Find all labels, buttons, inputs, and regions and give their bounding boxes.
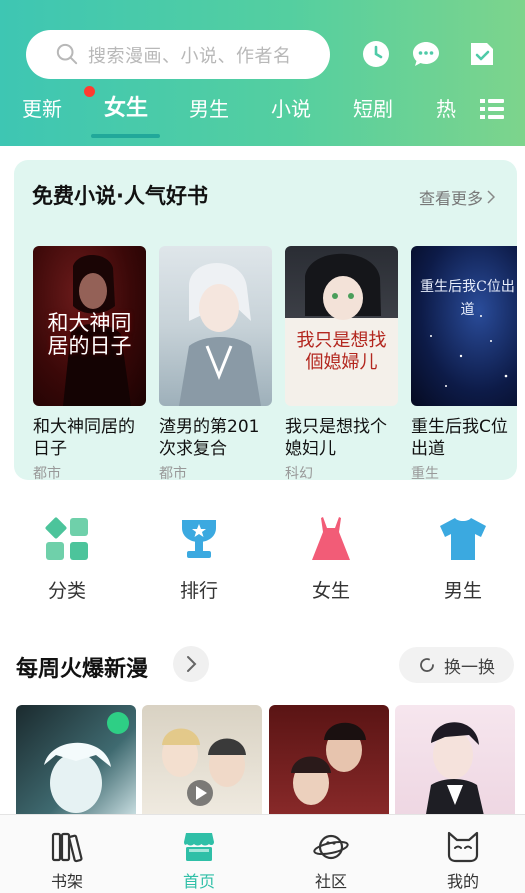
tab-menu-icon[interactable] (480, 98, 504, 120)
shortcut-label: 排行 (179, 580, 218, 602)
book-item[interactable]: 和大神同居的日子 和大神同居的日子 都市 (33, 246, 146, 480)
cat-face-icon (447, 831, 479, 863)
chevron-right-icon (487, 190, 495, 204)
category-tabs: 更新 女生 男生 小说 短剧 热 (0, 86, 525, 142)
planet-icon (313, 834, 349, 860)
home-store-icon (184, 833, 214, 861)
history-clock-icon[interactable] (362, 40, 390, 68)
book-genre: 科幻 (285, 466, 313, 480)
refresh-icon (420, 658, 434, 672)
nav-label: 我的 (446, 872, 479, 891)
bookshelf-icon (51, 832, 83, 863)
book-title: 我只是想找个媳妇儿 (285, 417, 387, 459)
home-content: 免费小说·人气好书 查看更多 和大神同居的日子 和大神同居的日子 都市 渣男的第… (0, 146, 525, 814)
shortcut-male[interactable]: 男生 (413, 514, 513, 603)
notification-dot (84, 86, 95, 97)
search-bar[interactable]: 搜索漫画、小说、作者名 (26, 30, 330, 79)
book-cover: 和大神同居的日子 (33, 246, 146, 406)
shortcut-label: 男生 (443, 580, 482, 602)
book-cover (159, 246, 272, 406)
manga-thumbnail[interactable] (269, 705, 389, 814)
tshirt-icon (440, 518, 486, 560)
nav-label: 书架 (50, 872, 83, 891)
message-icon[interactable] (412, 40, 440, 68)
nav-community[interactable]: 社区 (281, 829, 381, 892)
tab-short-drama[interactable]: 短剧 (353, 92, 393, 126)
shortcut-label: 分类 (47, 580, 86, 602)
dress-icon (312, 517, 350, 560)
category-grid-icon (45, 517, 88, 560)
category-shortcuts: 分类 排行 女生 男生 (0, 514, 525, 614)
book-genre: 重生 (411, 466, 439, 480)
checkin-icon[interactable] (468, 40, 496, 68)
tab-female[interactable]: 女生 (104, 92, 148, 126)
see-more-link[interactable]: 查看更多 (419, 185, 495, 209)
tab-update[interactable]: 更新 (22, 86, 95, 126)
nav-label: 首页 (182, 872, 215, 891)
manga-thumbnail[interactable] (16, 705, 136, 814)
book-cover: 我只是想找個媳婦儿 (285, 246, 398, 406)
shortcut-female[interactable]: 女生 (281, 514, 381, 603)
nav-profile[interactable]: 我的 (413, 829, 513, 892)
search-icon (56, 43, 78, 65)
free-novels-card: 免费小说·人气好书 查看更多 和大神同居的日子 和大神同居的日子 都市 渣男的第… (14, 160, 517, 480)
active-tab-indicator (91, 134, 160, 138)
shortcut-category[interactable]: 分类 (17, 514, 117, 603)
shortcut-label: 女生 (311, 580, 350, 602)
cover-title: 和大神同居的日子 (47, 311, 132, 358)
shortcut-ranking[interactable]: 排行 (149, 514, 249, 603)
book-item[interactable]: 重生后我C位出道 重生后我C位出道 重生 (411, 246, 517, 480)
refresh-button[interactable]: 换一换 (399, 647, 514, 683)
book-item[interactable]: 渣男的第201次求复合 都市 (159, 246, 272, 480)
book-genre: 都市 (33, 466, 61, 480)
tab-novel[interactable]: 小说 (271, 92, 311, 126)
cover-title: 我只是想找個媳婦儿 (296, 330, 387, 373)
book-title: 渣男的第201次求复合 (159, 417, 260, 459)
chevron-right-icon (187, 656, 197, 672)
bottom-navigation: 书架 首页 社区 我的 (0, 814, 525, 893)
top-header: 搜索漫画、小说、作者名 更新 女生 男生 小说 短剧 热 (0, 0, 525, 146)
book-cover: 重生后我C位出道 (411, 246, 517, 406)
book-title: 重生后我C位出道 (411, 417, 508, 459)
tab-hot[interactable]: 热 (436, 92, 456, 126)
free-section-title: 免费小说·人气好书 (32, 184, 208, 208)
nav-bookshelf[interactable]: 书架 (17, 829, 117, 892)
nav-label: 社区 (314, 872, 347, 891)
tab-male[interactable]: 男生 (189, 92, 229, 126)
book-title: 和大神同居的日子 (33, 417, 135, 459)
manga-thumbnail[interactable] (142, 705, 262, 814)
book-genre: 都市 (159, 466, 187, 480)
nav-home[interactable]: 首页 (149, 829, 249, 892)
trophy-icon (182, 520, 216, 558)
weekly-more-button[interactable] (173, 646, 209, 682)
cover-title: 重生后我C位出道 (420, 279, 515, 318)
book-item[interactable]: 我只是想找個媳婦儿 我只是想找个媳妇儿 科幻 (285, 246, 398, 480)
search-placeholder: 搜索漫画、小说、作者名 (88, 45, 292, 67)
manga-thumbnail[interactable] (395, 705, 515, 814)
weekly-section-title: 每周火爆新漫 (16, 657, 149, 682)
